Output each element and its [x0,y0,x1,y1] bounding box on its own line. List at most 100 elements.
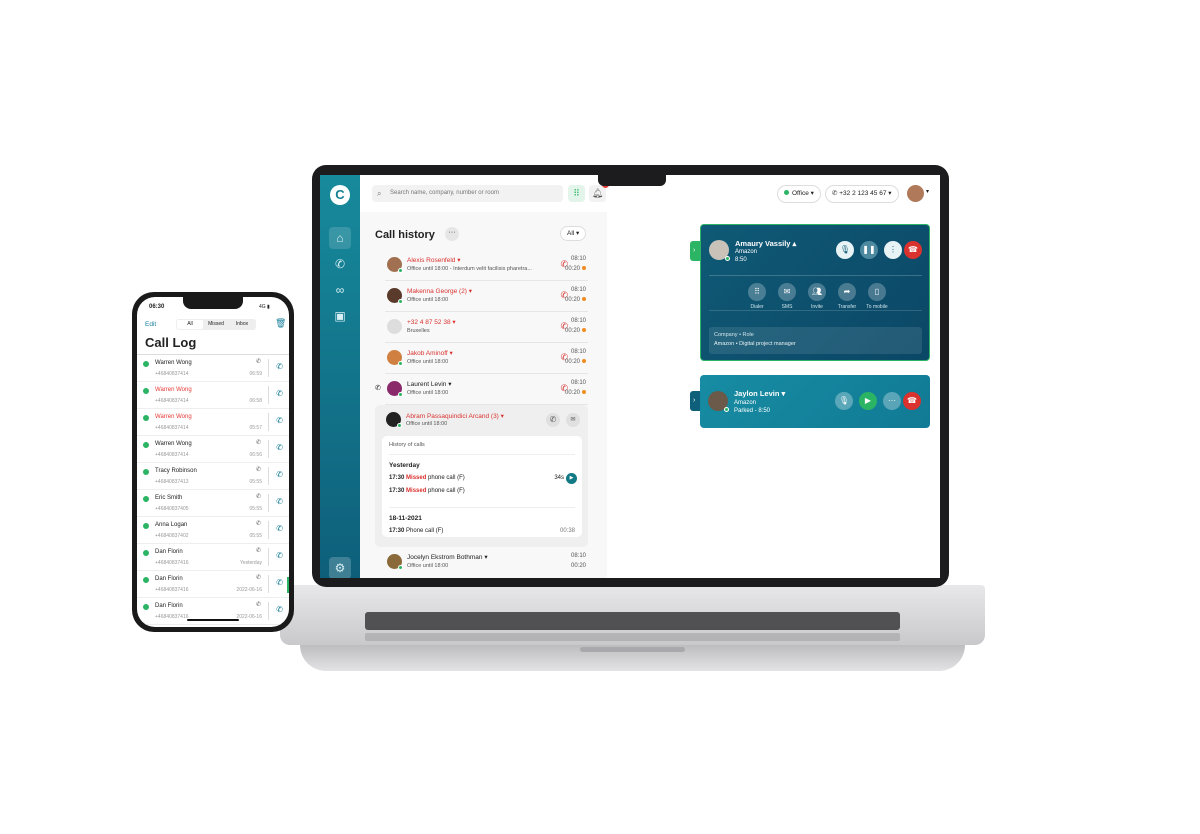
divider [268,440,269,458]
call-history-row[interactable]: Makenna George (2) ▾ Office until 18:00 ✆ 0… [385,281,588,312]
phone-icon[interactable]: ✆ [329,253,351,275]
status-dot [582,390,586,394]
settings-icon[interactable]: ⚙ [329,557,351,578]
contact-name-text: Laurent Levin [407,381,447,388]
play-recording-button[interactable]: ▶ [566,473,577,484]
hangup-button[interactable]: ☎ [904,241,922,259]
mute-button[interactable]: 🎙︎ [835,392,853,410]
phone-number-dropdown[interactable]: ✆ +32 2 123 45 67 ▾ [825,185,899,203]
expand-sidebar-icon[interactable]: › [356,187,359,196]
scrollbar[interactable] [287,577,289,593]
more-button[interactable]: ⋮ [884,241,902,259]
call-description: phone call (F) [428,475,465,481]
filter-dropdown[interactable]: All ▾ [560,226,587,241]
call-log-row[interactable]: Warren Wong +46840837414 06:59 ✆ ✆ [137,355,289,382]
call-extra: 34s [554,475,564,481]
online-dot [398,268,403,273]
transfer-button[interactable]: ➦ [838,283,856,301]
dialer-button[interactable]: ⠿ [748,283,766,301]
voicemail-icon[interactable]: ∞ [329,279,351,301]
user-avatar[interactable] [907,185,924,202]
search-input[interactable]: ⌕ Search name, company, number or room [372,185,563,202]
call-back-button[interactable]: ✆ [276,605,283,614]
status-network: 4G ▮ [259,304,270,310]
to-mobile-button[interactable]: ▯ [868,283,886,301]
home-icon[interactable]: ⌂ [329,227,351,249]
invite-button[interactable]: 👥︎ [808,283,826,301]
hold-button[interactable]: ❚❚ [860,241,878,259]
call-log-row[interactable]: Dan Florin +46840837416 Yesterday ✆ ✆ [137,544,289,571]
divider [268,575,269,593]
call-back-button[interactable]: ✆ [276,443,283,452]
call-log-row[interactable]: Warren Wong +46840837414 05:57 ✆ [137,409,289,436]
call-back-button[interactable]: ✆ [276,524,283,533]
dialpad-button[interactable]: ⠿ [568,185,585,202]
tab-inbox[interactable]: Inbox [229,320,255,329]
more-options-button[interactable]: ··· [445,227,459,241]
call-back-button[interactable]: ✆ [276,416,283,425]
hangup-button[interactable]: ☎ [903,392,921,410]
call-back-button[interactable]: ✆ [276,389,283,398]
call-back-button[interactable]: ✆ [276,578,283,587]
chevron-down-icon[interactable]: ▾ [926,188,929,195]
sms-button[interactable]: ✉ [778,283,796,301]
tab-missed[interactable]: Missed [203,320,229,329]
trash-icon[interactable]: 🗑︎ [275,318,286,329]
call-time: 17:30 [389,488,405,494]
phone-notch [183,297,243,309]
status-dropdown[interactable]: Office ▾ [777,185,821,203]
call-log-row[interactable]: Tracy Robinson +46840837413 05:55 ✆ ✆ [137,463,289,490]
expanded-call-item[interactable]: Abram Passaquindici Arcand (3) ▾ Office … [375,405,588,547]
resume-button[interactable]: ▶ [859,392,877,410]
contact-name: Dan Florin [155,576,183,582]
status-dot [143,550,149,556]
trackpad-area [365,633,900,641]
call-history-row[interactable]: +32 4 87 52 38 ▾ Bruxelles ✆ 08:10 00:20 [385,312,588,343]
mute-button[interactable]: 🎙︎ [836,241,854,259]
call-duration-text: 00:20 [564,390,580,396]
call-history-row[interactable]: Laurent Levin ▾ Office until 18:00 ✆ 08:10 0… [375,374,588,405]
call-history-row[interactable]: Alexis Rosenfeld ▾ Office until 18:00 - I… [385,250,588,281]
contacts-icon[interactable]: ▣ [329,305,351,327]
contact-name: Makenna George (2) ▾ [407,288,473,295]
call-back-button[interactable]: ✆ [276,497,283,506]
call-history-row[interactable]: Jakob Aminoff ▾ Office until 18:00 ✆ 08:10 0… [385,343,588,374]
call-log-row[interactable]: Warren Wong +46840837414 06:56 ✆ ✆ [137,436,289,463]
sms-button[interactable]: ✉ [566,413,580,427]
home-indicator [187,619,239,621]
call-back-button[interactable]: ✆ [276,362,283,371]
call-log-row[interactable]: Anna Logan +46840837402 05:55 ✆ ✆ [137,517,289,544]
call-time: 08:10 [570,380,586,386]
avatar [387,554,403,570]
notifications-button[interactable]: 🔔︎0 [589,181,609,202]
call-history-row[interactable]: Jocelyn Ekstrom Bothman ▾ Office until 1… [385,547,588,578]
call-time: 05:55 [249,533,262,539]
call-button[interactable]: ✆ [546,413,560,427]
page-title: Call history [375,229,435,241]
divider [268,494,269,512]
contact-status: Office until 18:00 [407,563,449,569]
contact-number: +46840837416 [155,560,189,566]
call-duration: 00:20 [565,328,586,334]
avatar [387,257,403,273]
contact-name: Warren Wong [155,414,192,420]
divider [268,521,269,539]
divider [268,413,269,431]
call-log-row[interactable]: Warren Wong +46840837414 06:58 ✆ [137,382,289,409]
call-duration: 00:20 [565,390,586,396]
call-back-button[interactable]: ✆ [276,551,283,560]
call-duration: 00:20 [565,297,586,303]
call-log-row[interactable]: Eric Smith +46840837405 05:55 ✆ ✆ [137,490,289,517]
call-back-button[interactable]: ✆ [276,470,283,479]
edit-button[interactable]: Edit [145,321,156,328]
call-duration-text: 00:20 [564,297,580,303]
online-dot [398,361,403,366]
contact-status: Office until 18:00 [406,421,448,427]
status-dot [582,328,586,332]
tab-all[interactable]: All [177,320,203,329]
more-button[interactable]: ··· [883,392,901,410]
call-log-row[interactable]: Dan Florin +46840837416 2022-06-16 ✆ ✆ [137,571,289,598]
contact-number: +46840837414 [155,425,189,431]
segment-tabs: All Missed Inbox [176,319,256,330]
call-time: 06:56 [249,452,262,458]
